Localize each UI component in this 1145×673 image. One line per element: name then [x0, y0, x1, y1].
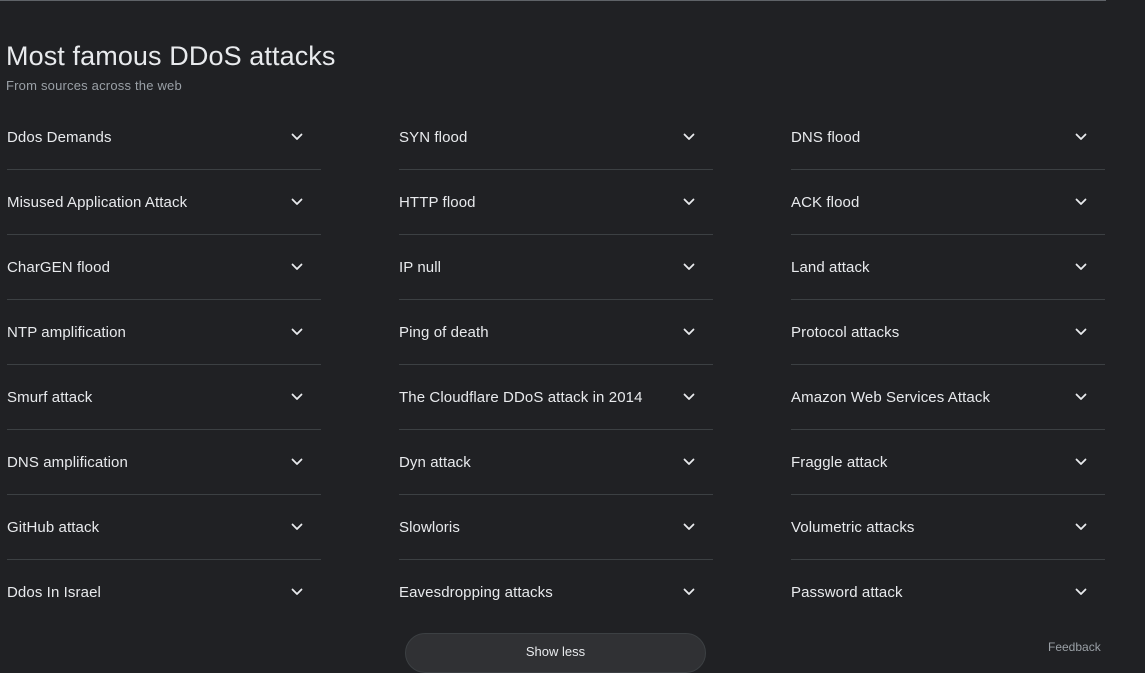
section-title: Most famous DDoS attacks — [6, 41, 336, 71]
accordion-item[interactable]: IP null — [399, 235, 713, 300]
chevron-down-icon[interactable] — [290, 390, 304, 404]
accordion-item-label: DNS amplification — [7, 454, 128, 471]
accordion-item-label: Ddos In Israel — [7, 584, 101, 601]
column-3: DNS flood ACK flood Land attack Protocol at… — [791, 105, 1105, 624]
chevron-down-icon[interactable] — [1074, 455, 1088, 469]
accordion-item[interactable]: DNS flood — [791, 105, 1105, 170]
accordion-item[interactable]: SYN flood — [399, 105, 713, 170]
column-2: SYN flood HTTP flood IP null Ping of death T… — [399, 105, 713, 624]
accordion-item-label: Slowloris — [399, 519, 460, 536]
accordion-item[interactable]: Ddos Demands — [7, 105, 321, 170]
accordion-item[interactable]: Ddos In Israel — [7, 560, 321, 624]
section-subtitle: From sources across the web — [6, 78, 182, 93]
chevron-down-icon[interactable] — [290, 585, 304, 599]
accordion-item-label: Ddos Demands — [7, 129, 112, 146]
accordion-item-label: Fraggle attack — [791, 454, 888, 471]
chevron-down-icon[interactable] — [1074, 585, 1088, 599]
accordion-item[interactable]: HTTP flood — [399, 170, 713, 235]
chevron-down-icon[interactable] — [1074, 325, 1088, 339]
accordion-item-label: NTP amplification — [7, 324, 126, 341]
column-1: Ddos Demands Misused Application Attack Ch… — [7, 105, 321, 624]
accordion-item[interactable]: Fraggle attack — [791, 430, 1105, 495]
accordion-item[interactable]: Misused Application Attack — [7, 170, 321, 235]
chevron-down-icon[interactable] — [290, 455, 304, 469]
accordion-item-label: Misused Application Attack — [7, 194, 188, 211]
chevron-down-icon[interactable] — [290, 130, 304, 144]
accordion-item[interactable]: Smurf attack — [7, 365, 321, 430]
accordion-item-label: Land attack — [791, 259, 870, 276]
chevron-down-icon[interactable] — [682, 585, 696, 599]
accordion-item-label: GitHub attack — [7, 519, 100, 536]
accordion-item[interactable]: Land attack — [791, 235, 1105, 300]
accordion-item[interactable]: The Cloudflare DDoS attack in 2014 — [399, 365, 713, 430]
chevron-down-icon[interactable] — [682, 520, 696, 534]
chevron-down-icon[interactable] — [290, 325, 304, 339]
accordion-item[interactable]: NTP amplification — [7, 300, 321, 365]
accordion-item[interactable]: Ping of death — [399, 300, 713, 365]
accordion-item[interactable]: DNS amplification — [7, 430, 321, 495]
accordion-item-label: The Cloudflare DDoS attack in 2014 — [399, 389, 643, 406]
accordion-item-label: Volumetric attacks — [791, 519, 915, 536]
chevron-down-icon[interactable] — [290, 260, 304, 274]
accordion-item[interactable]: Amazon Web Services Attack — [791, 365, 1105, 430]
show-less-label: Show less — [525, 644, 586, 659]
chevron-down-icon[interactable] — [682, 130, 696, 144]
chevron-down-icon[interactable] — [1074, 130, 1088, 144]
chevron-down-icon[interactable] — [682, 195, 696, 209]
accordion-item-label: DNS flood — [791, 129, 861, 146]
accordion-item-label: Protocol attacks — [791, 324, 900, 341]
accordion-item-label: Amazon Web Services Attack — [791, 389, 991, 406]
chevron-down-icon[interactable] — [682, 325, 696, 339]
section-header: Most famous DDoS attacks From sources ac… — [6, 40, 336, 94]
show-less-button[interactable]: Show less — [405, 633, 706, 673]
accordion-item-label: IP null — [399, 259, 442, 276]
accordion-item[interactable]: GitHub attack — [7, 495, 321, 560]
accordion-item[interactable]: Dyn attack — [399, 430, 713, 495]
chevron-down-icon[interactable] — [1074, 520, 1088, 534]
accordion-item[interactable]: Eavesdropping attacks — [399, 560, 713, 624]
accordion-item-label: ACK flood — [791, 194, 860, 211]
chevron-down-icon[interactable] — [682, 455, 696, 469]
accordion-item-label: Ping of death — [399, 324, 489, 341]
accordion-item[interactable]: CharGEN flood — [7, 235, 321, 300]
chevron-down-icon[interactable] — [682, 390, 696, 404]
chevron-down-icon[interactable] — [1074, 195, 1088, 209]
accordion-item-label: HTTP flood — [399, 194, 476, 211]
chevron-down-icon[interactable] — [290, 195, 304, 209]
chevron-down-icon[interactable] — [1074, 260, 1088, 274]
feedback-link[interactable]: Feedback — [1048, 640, 1101, 654]
chevron-down-icon[interactable] — [290, 520, 304, 534]
accordion-item[interactable]: Volumetric attacks — [791, 495, 1105, 560]
accordion-item[interactable]: Slowloris — [399, 495, 713, 560]
chevron-down-icon[interactable] — [1074, 390, 1088, 404]
accordion-item-label: CharGEN flood — [7, 259, 111, 276]
chevron-down-icon[interactable] — [682, 260, 696, 274]
accordion-item[interactable]: Password attack — [791, 560, 1105, 624]
accordion-item-label: SYN flood — [399, 129, 468, 146]
accordion-item-label: Eavesdropping attacks — [399, 584, 553, 601]
accordion-item[interactable]: ACK flood — [791, 170, 1105, 235]
accordion-item-label: Password attack — [791, 584, 903, 601]
accordion-item-label: Dyn attack — [399, 454, 471, 471]
accordion-item[interactable]: Protocol attacks — [791, 300, 1105, 365]
accordion-item-label: Smurf attack — [7, 389, 93, 406]
top-divider — [0, 0, 1106, 1]
